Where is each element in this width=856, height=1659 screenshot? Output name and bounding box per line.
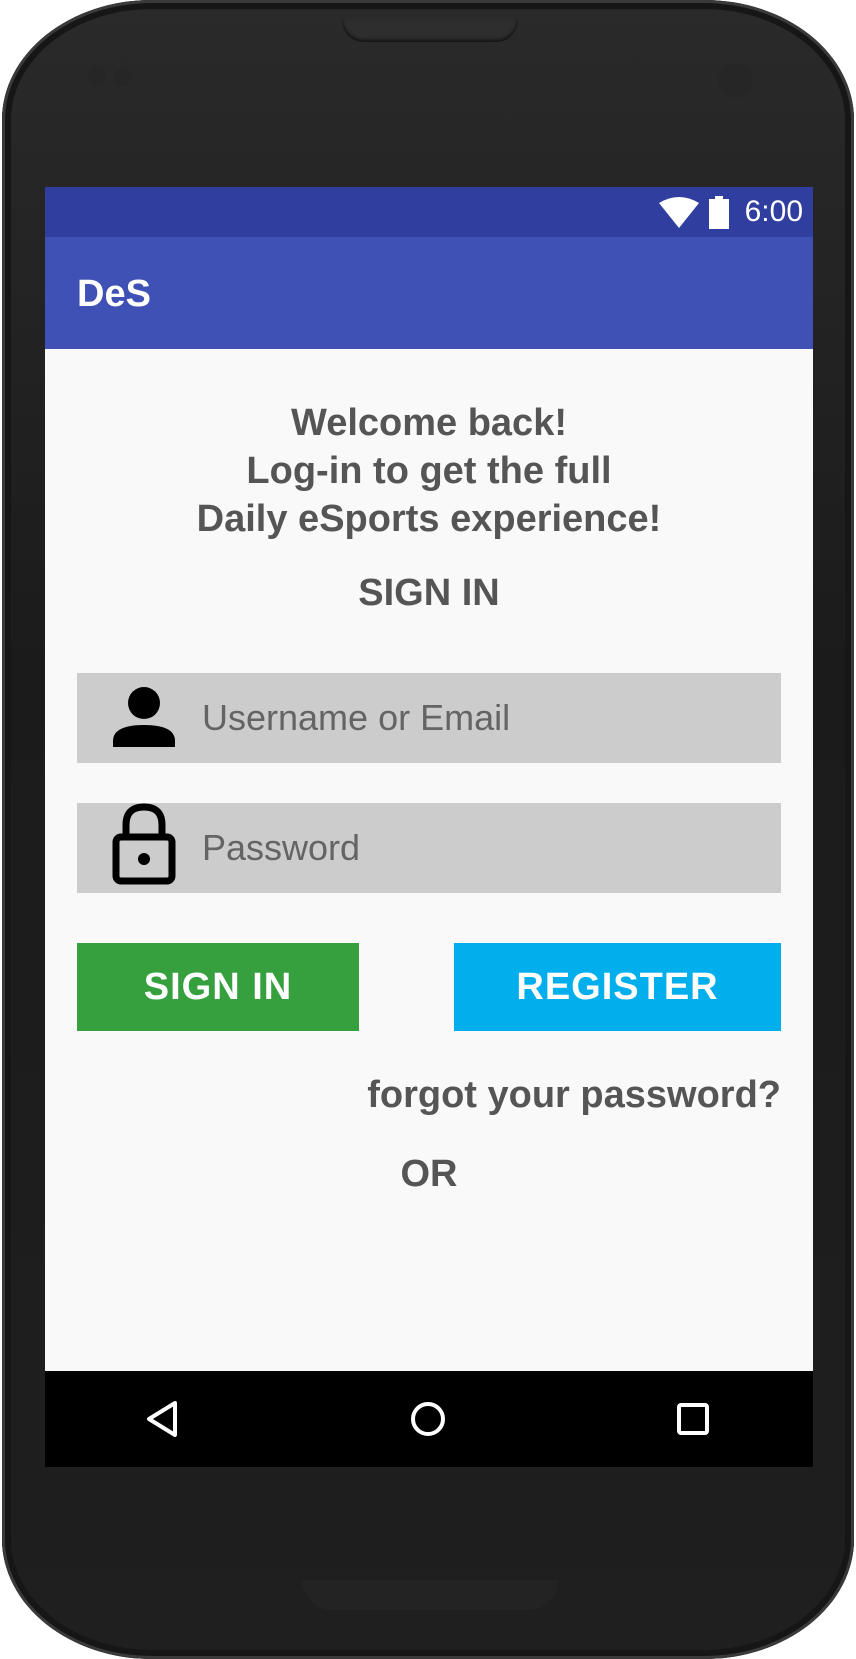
welcome-line: Welcome back!: [291, 402, 567, 444]
sensor-dot: [88, 68, 106, 86]
recents-square-icon[interactable]: [665, 1391, 721, 1447]
password-field[interactable]: [77, 803, 781, 893]
welcome-line: Log-in to get the full: [246, 450, 612, 492]
username-field[interactable]: [77, 673, 781, 763]
app-screen: 6:00 DeS Welcome back! Log-in to get the…: [45, 187, 813, 1467]
app-title: DeS: [77, 273, 151, 315]
status-time: 6:00: [744, 195, 803, 228]
navigation-bar: [45, 1371, 813, 1467]
lock-icon: [112, 803, 176, 885]
home-circle-icon[interactable]: [400, 1391, 456, 1447]
register-button[interactable]: REGISTER: [454, 943, 781, 1031]
front-camera: [718, 64, 752, 98]
forgot-password-link[interactable]: forgot your password?: [367, 1073, 781, 1117]
sign-in-button[interactable]: SIGN IN: [77, 943, 359, 1031]
status-bar: 6:00: [45, 187, 813, 237]
username-input[interactable]: [202, 673, 762, 763]
password-input[interactable]: [202, 803, 762, 893]
app-bar: DeS: [45, 237, 813, 349]
phone-frame: 6:00 DeS Welcome back! Log-in to get the…: [2, 0, 854, 1659]
person-icon: [113, 687, 175, 747]
sign-in-heading: SIGN IN: [358, 572, 500, 614]
welcome-message: Welcome back! Log-in to get the full Dai…: [45, 399, 813, 543]
back-triangle-icon[interactable]: [135, 1391, 191, 1447]
sensor-dot: [114, 68, 132, 86]
welcome-line: Daily eSports experience!: [196, 498, 662, 540]
or-separator: OR: [400, 1153, 458, 1195]
wifi-icon: [659, 197, 699, 228]
battery-icon: [709, 196, 729, 229]
bottom-speaker: [302, 1580, 558, 1610]
top-speaker: [342, 20, 518, 42]
